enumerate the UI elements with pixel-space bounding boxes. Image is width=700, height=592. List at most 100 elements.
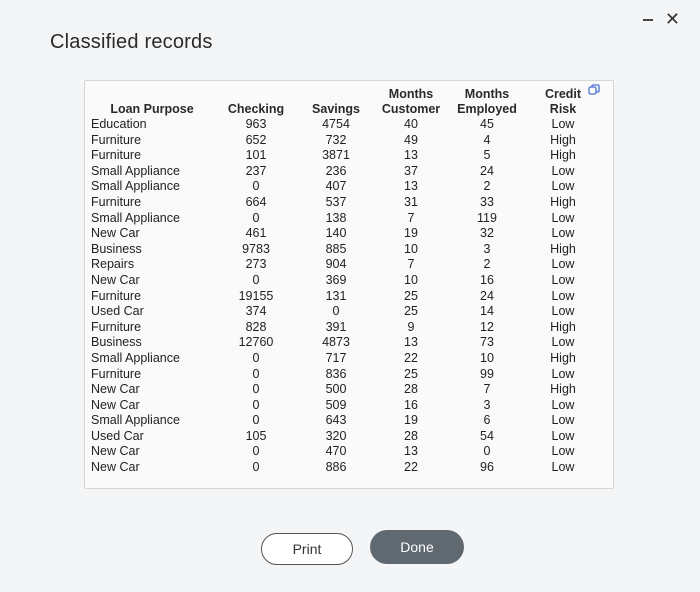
header-label: Checking	[227, 102, 285, 116]
cell-credit-risk: Low	[551, 413, 575, 428]
cell-checking: 0	[252, 397, 260, 412]
cell-credit-risk: High	[550, 319, 576, 334]
cell-credit-risk: Low	[551, 444, 575, 459]
table-row: Business 12760 4873 13 73 Low	[89, 335, 601, 351]
cell-loan-purpose: New Car	[91, 460, 140, 475]
cell-savings: 320	[325, 428, 347, 443]
cell-months-employed: 2	[483, 179, 491, 194]
cell-savings: 4754	[322, 117, 350, 131]
cell-loan-purpose: Small Appliance	[91, 163, 180, 178]
cell-savings: 886	[325, 460, 347, 475]
cell-savings: 643	[325, 413, 347, 428]
cell-loan-purpose: Furniture	[91, 288, 142, 303]
cell-checking: 105	[245, 428, 267, 443]
table-row: Furniture 101 3871 13 5 High	[89, 148, 601, 164]
table-row: Small Appliance 0 407 13 2 Low	[89, 179, 601, 195]
minimize-icon[interactable]	[642, 19, 653, 21]
cell-months-employed: 45	[480, 117, 494, 131]
cell-credit-risk: Low	[551, 117, 575, 131]
cell-savings: 470	[325, 444, 347, 459]
cell-checking: 963	[245, 117, 267, 131]
table-row: Small Appliance 0 138 7 119 Low	[89, 211, 601, 227]
cell-months-employed: 96	[480, 460, 494, 475]
cell-savings: 138	[325, 210, 347, 225]
cell-loan-purpose: Business	[91, 335, 142, 350]
table-row: Repairs 273 904 7 2 Low	[89, 257, 601, 273]
cell-months-employed: 12	[480, 319, 494, 334]
cell-loan-purpose: Small Appliance	[91, 413, 180, 428]
cell-credit-risk: Low	[551, 272, 575, 287]
cell-credit-risk: Low	[551, 428, 575, 443]
cell-months-employed: 32	[480, 226, 494, 241]
cell-months-customer: 19	[404, 413, 418, 428]
cell-months-employed: 119	[477, 210, 497, 225]
cell-checking: 0	[252, 460, 260, 475]
cell-savings: 369	[325, 272, 347, 287]
table-row: Used Car 374 0 25 14 Low	[89, 304, 601, 320]
cell-months-customer: 22	[404, 350, 418, 365]
cell-months-customer: 10	[404, 241, 418, 256]
cell-months-employed: 24	[480, 163, 494, 178]
table-row: Small Appliance 0 643 19 6 Low	[89, 413, 601, 429]
done-button[interactable]: Done	[370, 530, 464, 564]
cell-months-customer: 25	[404, 304, 418, 319]
cell-months-customer: 16	[404, 397, 418, 412]
cell-months-customer: 25	[404, 366, 418, 381]
header-label: Months	[388, 87, 434, 101]
cell-months-customer: 7	[407, 210, 415, 225]
print-button[interactable]: Print	[261, 533, 353, 565]
cell-loan-purpose: New Car	[91, 272, 140, 287]
cell-months-customer: 7	[407, 257, 415, 272]
cell-credit-risk: Low	[551, 366, 575, 381]
header-label: Loan Purpose	[110, 102, 194, 116]
cell-savings: 0	[332, 304, 340, 319]
table-row: Business 9783 885 10 3 High	[89, 242, 601, 258]
cell-credit-risk: Low	[551, 397, 575, 412]
table-body: Education 963 4754 40 45 Low Furniture 652 732 49…	[89, 117, 601, 476]
copy-icon[interactable]	[588, 84, 600, 96]
cell-credit-risk: Low	[551, 210, 575, 225]
table-row: New Car 0 470 13 0 Low	[89, 444, 601, 460]
cell-savings: 509	[325, 397, 347, 412]
cell-months-employed: 14	[480, 304, 494, 319]
cell-months-employed: 24	[480, 288, 494, 303]
cell-credit-risk: Low	[551, 257, 575, 272]
cell-loan-purpose: Furniture	[91, 194, 142, 209]
cell-checking: 0	[252, 413, 260, 428]
window-controls: ✕	[642, 10, 680, 28]
close-icon[interactable]: ✕	[665, 10, 680, 28]
cell-checking: 237	[245, 163, 267, 178]
cell-savings: 732	[325, 132, 347, 147]
table-row: Furniture 652 732 49 4 High	[89, 133, 601, 149]
cell-loan-purpose: New Car	[91, 226, 140, 241]
cell-savings: 391	[325, 319, 347, 334]
cell-months-employed: 33	[480, 194, 494, 209]
cell-months-employed: 6	[483, 413, 491, 428]
table-row: New Car 0 369 10 16 Low	[89, 273, 601, 289]
table-row: New Car 0 500 28 7 High	[89, 382, 601, 398]
cell-savings: 407	[325, 179, 347, 194]
cell-checking: 101	[245, 148, 267, 163]
table-row: New Car 0 886 22 96 Low	[89, 460, 601, 476]
cell-credit-risk: Low	[551, 335, 575, 350]
cell-months-employed: 73	[480, 335, 494, 350]
cell-months-customer: 9	[407, 319, 415, 334]
cell-savings: 140	[325, 226, 347, 241]
records-panel[interactable]: Loan Purpose Checking Savings Months Cus…	[84, 80, 614, 489]
cell-checking: 0	[252, 444, 260, 459]
table-row: New Car 461 140 19 32 Low	[89, 226, 601, 242]
cell-loan-purpose: Small Appliance	[91, 210, 180, 225]
cell-credit-risk: Low	[551, 179, 575, 194]
cell-credit-risk: High	[550, 132, 576, 147]
table-row: Furniture 664 537 31 33 High	[89, 195, 601, 211]
table-row: Furniture 19155 131 25 24 Low	[89, 289, 601, 305]
cell-savings: 131	[325, 288, 347, 303]
header-months-employed: Months Employed	[449, 87, 525, 117]
cell-checking: 0	[252, 272, 260, 287]
cell-checking: 9783	[242, 241, 270, 256]
cell-savings: 236	[325, 163, 347, 178]
cell-checking: 12760	[238, 335, 274, 350]
cell-checking: 0	[252, 179, 260, 194]
cell-loan-purpose: New Car	[91, 382, 140, 397]
cell-savings: 904	[325, 257, 347, 272]
